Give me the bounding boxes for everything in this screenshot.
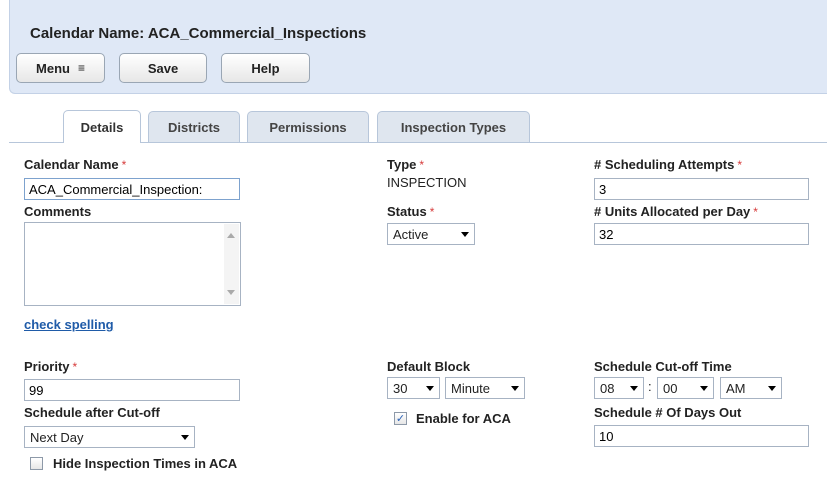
units-per-day-input[interactable] [594, 223, 809, 245]
tab-inspection-types[interactable]: Inspection Types [377, 111, 530, 142]
chevron-down-icon [700, 385, 708, 391]
comments-label: Comments [24, 204, 92, 219]
priority-label: Priority * [24, 359, 78, 374]
menu-label: Menu [36, 60, 70, 76]
hide-times-label: Hide Inspection Times in ACA [53, 456, 238, 471]
required-marker: * [429, 205, 435, 219]
days-out-label: Schedule # Of Days Out [594, 405, 742, 420]
tab-permissions[interactable]: Permissions [247, 111, 369, 142]
default-block-unit-select[interactable]: Minute [445, 377, 525, 399]
calendar-name-label: Calendar Name * [24, 157, 127, 172]
required-marker: * [737, 158, 743, 172]
cutoff-minute-select[interactable]: 00 [657, 377, 714, 399]
units-per-day-label: # Units Allocated per Day * [594, 204, 758, 219]
chevron-down-icon [426, 385, 434, 391]
status-label: Status * [387, 204, 435, 219]
scroll-up-arrow-icon[interactable] [227, 233, 235, 238]
chevron-down-icon [768, 385, 776, 391]
status-select[interactable]: Active [387, 223, 475, 245]
enable-aca-label: Enable for ACA [416, 411, 511, 426]
required-marker: * [419, 158, 425, 172]
required-marker: * [753, 205, 758, 219]
type-label: Type * [387, 157, 425, 172]
scheduling-attempts-label: # Scheduling Attempts * [594, 157, 743, 172]
comments-scrollbar[interactable] [224, 224, 239, 304]
days-out-input[interactable] [594, 425, 809, 447]
tab-details[interactable]: Details [63, 110, 141, 143]
cutoff-time-label: Schedule Cut-off Time [594, 359, 732, 374]
scroll-down-arrow-icon[interactable] [227, 290, 235, 295]
cutoff-hour-value: 08 [600, 380, 615, 396]
default-block-unit-value: Minute [451, 380, 491, 396]
time-separator: : [648, 379, 652, 394]
chevron-down-icon [511, 385, 519, 391]
hide-times-checkbox[interactable] [30, 457, 43, 470]
scheduling-attempts-input[interactable] [594, 178, 809, 200]
comments-textarea[interactable] [24, 222, 241, 306]
status-value: Active [393, 226, 429, 242]
cutoff-ampm-select[interactable]: AM [720, 377, 782, 399]
after-cutoff-label: Schedule after Cut-off [24, 405, 160, 420]
priority-input[interactable] [24, 379, 240, 401]
tab-districts[interactable]: Districts [148, 111, 240, 142]
after-cutoff-value: Next Day [30, 429, 84, 445]
chevron-down-icon [461, 231, 469, 237]
check-spelling-link[interactable]: check spelling [24, 317, 114, 332]
chevron-down-icon [181, 434, 189, 440]
after-cutoff-select[interactable]: Next Day [24, 426, 195, 448]
cutoff-hour-select[interactable]: 08 [594, 377, 644, 399]
help-button[interactable]: Help [221, 53, 310, 83]
cutoff-ampm-value: AM [726, 380, 746, 396]
menu-icon: ≡ [77, 61, 85, 75]
page-title: Calendar Name: ACA_Commercial_Inspection… [30, 25, 367, 42]
cutoff-minute-value: 00 [663, 380, 678, 396]
default-block-amount-select[interactable]: 30 [387, 377, 440, 399]
calendar-name-input[interactable] [24, 178, 240, 200]
chevron-down-icon [630, 385, 638, 391]
required-marker: * [72, 360, 78, 374]
default-block-label: Default Block [387, 359, 471, 374]
menu-button[interactable]: Menu ≡ [16, 53, 105, 83]
required-marker: * [121, 158, 127, 172]
enable-aca-checkbox[interactable]: ✓ [394, 412, 407, 425]
type-value: INSPECTION [387, 175, 467, 190]
default-block-amount-value: 30 [393, 380, 408, 396]
save-button[interactable]: Save [119, 53, 207, 83]
